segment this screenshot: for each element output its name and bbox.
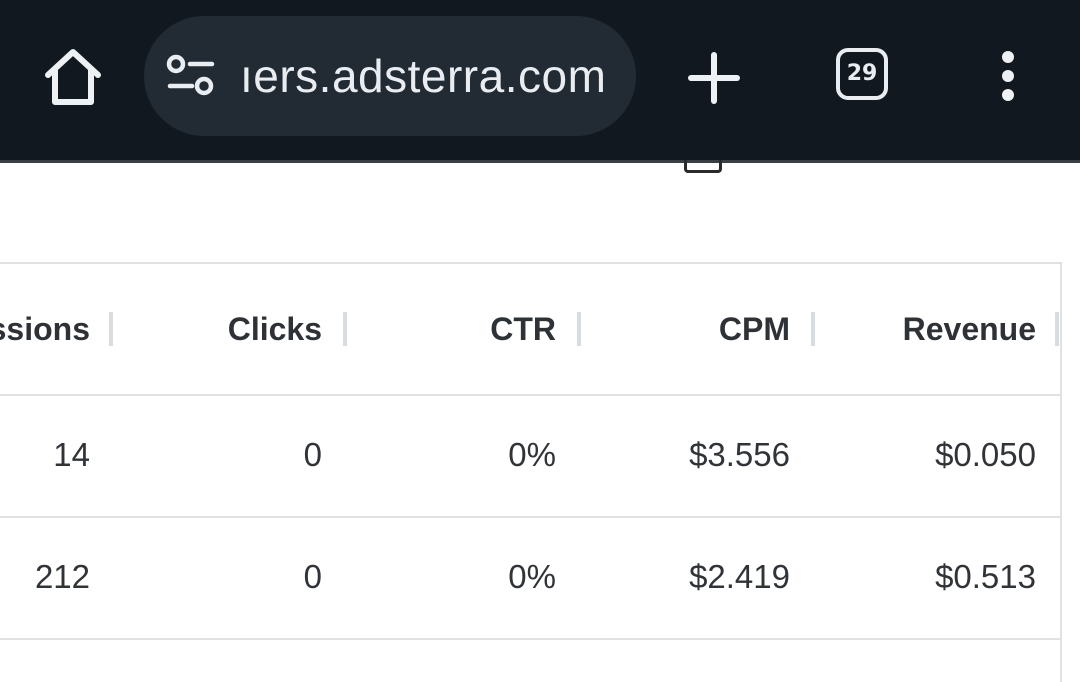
cell-impressions: 14 [53, 436, 90, 473]
table-header-row: ssions Clicks CTR CPM Revenue [0, 264, 1060, 396]
site-settings-button[interactable] [166, 54, 216, 98]
stats-table: ssions Clicks CTR CPM Revenue 14 0 0% $3… [0, 262, 1062, 682]
cell-ctr: 0% [508, 558, 556, 595]
site-settings-icon [166, 54, 215, 96]
plus-icon [688, 52, 740, 104]
cell-cpm: $3.556 [689, 436, 790, 473]
column-header-revenue[interactable]: Revenue [820, 264, 1036, 394]
cell-ctr: 0% [508, 436, 556, 473]
cell-impressions: 212 [34, 558, 90, 595]
tab-switcher-button[interactable]: 29 [836, 48, 888, 100]
column-header-cpm[interactable]: CPM [586, 264, 790, 394]
cell-cpm: $2.419 [689, 558, 790, 595]
more-menu-button[interactable] [994, 50, 1022, 106]
new-tab-button[interactable] [686, 50, 742, 106]
more-vert-icon [1002, 51, 1014, 101]
column-resize-handle[interactable] [811, 312, 815, 346]
column-resize-handle[interactable] [577, 312, 581, 346]
home-icon [45, 49, 101, 105]
table-row: 14 0 0% $3.556 $0.050 [0, 394, 1060, 518]
tab-count: 29 [846, 61, 878, 86]
browser-toolbar: ıers.adsterra.com 29 [0, 0, 1080, 160]
column-resize-handle[interactable] [1055, 312, 1059, 346]
column-header-clicks[interactable]: Clicks [118, 264, 322, 394]
home-button[interactable] [40, 44, 106, 110]
column-resize-handle[interactable] [343, 312, 347, 346]
cell-revenue: $0.050 [935, 436, 1036, 473]
column-header-ctr[interactable]: CTR [352, 264, 556, 394]
cell-clicks: 0 [303, 558, 322, 595]
cell-revenue: $0.513 [935, 558, 1036, 595]
url-text[interactable]: ıers.adsterra.com [240, 16, 620, 136]
column-resize-handle[interactable] [109, 312, 113, 346]
cell-clicks: 0 [303, 436, 322, 473]
table-row: 212 0 0% $2.419 $0.513 [0, 516, 1060, 640]
toolbar-divider [0, 160, 1080, 163]
address-bar[interactable]: ıers.adsterra.com [144, 16, 636, 136]
partial-icon [684, 160, 722, 173]
column-header-impressions[interactable]: ssions [0, 264, 90, 394]
